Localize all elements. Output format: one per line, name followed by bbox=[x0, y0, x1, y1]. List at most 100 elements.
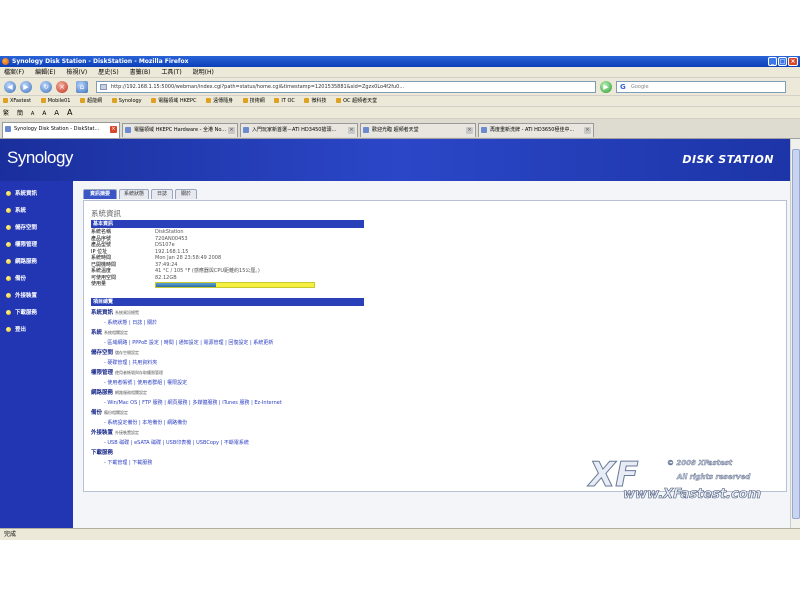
bookmark-item[interactable]: 遠傳隨身 bbox=[206, 96, 233, 106]
bookmark-icon bbox=[111, 98, 117, 103]
close-window-button[interactable]: × bbox=[788, 57, 798, 66]
category-links[interactable]: - 區域網路 | PPPoE 設定 | 時間 | 通知設定 | 電源管理 | 回… bbox=[104, 339, 273, 346]
menu-help[interactable]: 說明(H) bbox=[193, 69, 214, 76]
category-links[interactable]: - 硬碟管理 | 共用資料夾 bbox=[104, 359, 157, 366]
bullet-icon bbox=[6, 276, 11, 281]
font-size-button[interactable]: A bbox=[31, 111, 34, 117]
sidebar-item-download[interactable]: 下載服務 bbox=[6, 308, 37, 318]
bookmark-item[interactable]: Mobile01 bbox=[40, 96, 70, 106]
bookmark-icon bbox=[336, 98, 342, 103]
reload-button[interactable]: ↻ bbox=[40, 81, 52, 93]
category-heading[interactable]: 外接裝置 外接裝置設定 bbox=[91, 428, 139, 436]
traditional-chinese-button[interactable]: 繁 bbox=[3, 110, 9, 117]
font-size-button[interactable]: A bbox=[42, 110, 46, 117]
extra-toolbar: 繁 簡 A A A A bbox=[0, 107, 800, 119]
sidebar-item-system-info[interactable]: 系統資訊 bbox=[6, 189, 37, 199]
tab-summary[interactable]: 資訊摘要 bbox=[83, 189, 117, 199]
tab-system-status[interactable]: 系統狀態 bbox=[119, 189, 149, 199]
category-links[interactable]: - 系統狀態 | 日誌 | 關於 bbox=[104, 319, 157, 326]
window-titlebar: Synology Disk Station - DiskStation - Mo… bbox=[0, 56, 800, 67]
watermark-rights: All rights reserved bbox=[677, 473, 751, 481]
watermark-copyright: © 2008 XFastest bbox=[667, 459, 733, 467]
tab-favicon-icon bbox=[481, 127, 487, 133]
category-links[interactable]: - USB 磁碟 | eSATA 磁碟 | USB印表機 | USBCopy |… bbox=[104, 439, 249, 446]
menu-bar: 檔案(F) 編輯(E) 檢視(V) 歷史(S) 書籤(B) 工具(T) 說明(H… bbox=[0, 67, 800, 78]
tab-favicon-icon bbox=[363, 127, 369, 133]
close-tab-icon[interactable]: × bbox=[228, 127, 235, 134]
bookmark-item[interactable]: 電腦領域 HKEPC bbox=[151, 96, 197, 106]
bookmark-icon bbox=[80, 98, 86, 103]
search-input[interactable]: G Google bbox=[616, 81, 786, 93]
watermark-url: www.XFastest.com bbox=[623, 487, 762, 503]
bookmark-item[interactable]: OC 超頻者天堂 bbox=[336, 96, 377, 106]
synology-header: Synology DISK STATION bbox=[0, 139, 800, 181]
product-title: DISK STATION bbox=[682, 153, 774, 166]
menu-bookmarks[interactable]: 書籤(B) bbox=[130, 69, 151, 76]
close-tab-icon[interactable]: × bbox=[110, 126, 117, 133]
bookmark-item[interactable]: 微科技 bbox=[304, 96, 327, 106]
tab-favicon-icon bbox=[125, 127, 131, 133]
sidebar-item-network-services[interactable]: 網路服務 bbox=[6, 257, 37, 267]
category-links[interactable]: - Win/Mac OS | FTP 服務 | 網頁服務 | 多媒體服務 | i… bbox=[104, 399, 282, 406]
sidebar-item-storage[interactable]: 儲存空間 bbox=[6, 223, 37, 233]
bullet-icon bbox=[6, 242, 11, 247]
bookmark-item[interactable]: XFastest bbox=[3, 96, 31, 106]
minimize-button[interactable]: _ bbox=[768, 57, 777, 66]
category-heading[interactable]: 儲存空間 儲存空間設定 bbox=[91, 348, 139, 356]
xfastest-watermark: XF © 2008 XFastest All rights reserved w… bbox=[585, 455, 790, 515]
sidebar-item-backup[interactable]: 備份 bbox=[6, 274, 26, 284]
menu-history[interactable]: 歷史(S) bbox=[98, 69, 119, 76]
browser-tab[interactable]: 歡迎光臨 超頻者天堂 × bbox=[360, 123, 476, 137]
address-bar[interactable]: http://192.168.1.15:5000/webman/index.cg… bbox=[96, 81, 596, 93]
close-tab-icon[interactable]: × bbox=[348, 127, 355, 134]
bullet-icon bbox=[6, 293, 11, 298]
menu-tools[interactable]: 工具(T) bbox=[161, 69, 181, 76]
category-links[interactable]: - 系統設定備份 | 本地備份 | 網路備份 bbox=[104, 419, 187, 426]
home-button[interactable]: ⌂ bbox=[76, 81, 88, 93]
search-placeholder: Google bbox=[631, 84, 649, 90]
bookmark-item[interactable]: Synology bbox=[111, 96, 142, 106]
browser-tab[interactable]: Synology Disk Station - DiskStat... × bbox=[2, 122, 120, 138]
tab-logs[interactable]: 日誌 bbox=[151, 189, 173, 199]
category-heading[interactable]: 備份 備份相關設定 bbox=[91, 408, 128, 416]
browser-tab[interactable]: 電腦領域 HKEPC Hardware - 全港 No... × bbox=[122, 123, 238, 137]
go-button[interactable]: ▶ bbox=[600, 81, 612, 93]
bookmark-item[interactable]: 技術網 bbox=[242, 96, 265, 106]
maximize-button[interactable]: □ bbox=[778, 57, 787, 66]
category-heading[interactable]: 網路服務 網路服務相關設定 bbox=[91, 388, 147, 396]
font-size-button[interactable]: A bbox=[67, 108, 72, 117]
site-favicon-icon bbox=[100, 84, 107, 90]
menu-edit[interactable]: 編輯(E) bbox=[35, 69, 55, 76]
category-heading[interactable]: 系統資訊 系統資訊總覽 bbox=[91, 308, 139, 316]
forward-button[interactable]: ▶ bbox=[20, 81, 32, 93]
stop-button[interactable]: × bbox=[56, 81, 68, 93]
scrollbar-thumb[interactable] bbox=[792, 149, 800, 519]
category-heading[interactable]: 系統 系統相關設定 bbox=[91, 328, 128, 336]
section-header-items: 項目總覽 bbox=[91, 298, 364, 306]
bookmark-item[interactable]: 超能網 bbox=[80, 96, 102, 106]
bookmark-item[interactable]: IT OC bbox=[274, 96, 295, 106]
tab-about[interactable]: 關於 bbox=[175, 189, 197, 199]
menu-view[interactable]: 檢視(V) bbox=[66, 69, 87, 76]
bookmark-icon bbox=[151, 98, 157, 103]
sidebar-item-system[interactable]: 系統 bbox=[6, 206, 26, 216]
browser-tab[interactable]: 入門玩家新首選－ATI HD3450搶頭... × bbox=[240, 123, 358, 137]
bookmark-icon bbox=[242, 98, 248, 103]
category-heading[interactable]: 下載服務 bbox=[91, 448, 115, 456]
font-size-button[interactable]: A bbox=[54, 109, 59, 117]
simplified-chinese-button[interactable]: 簡 bbox=[17, 110, 23, 117]
bullet-icon bbox=[6, 208, 11, 213]
menu-file[interactable]: 檔案(F) bbox=[4, 69, 24, 76]
category-heading[interactable]: 權限管理 使用者帳號與存取權限管理 bbox=[91, 368, 163, 376]
sidebar-item-privileges[interactable]: 權限管理 bbox=[6, 240, 37, 250]
close-tab-icon[interactable]: × bbox=[466, 127, 473, 134]
page-scrollbar[interactable] bbox=[790, 139, 800, 528]
category-links[interactable]: - 使用者帳號 | 使用者群組 | 權限設定 bbox=[104, 379, 187, 386]
sidebar-item-logout[interactable]: 登出 bbox=[6, 325, 26, 335]
close-tab-icon[interactable]: × bbox=[584, 127, 591, 134]
back-button[interactable]: ◀ bbox=[4, 81, 16, 93]
browser-tab[interactable]: 再度重新洗牌 - ATI HD3650極佳中... × bbox=[478, 123, 594, 137]
category-links[interactable]: - 下載管理 | 下載服務 bbox=[104, 459, 152, 466]
bullet-icon bbox=[6, 259, 11, 264]
sidebar-item-external-devices[interactable]: 外接裝置 bbox=[6, 291, 37, 301]
